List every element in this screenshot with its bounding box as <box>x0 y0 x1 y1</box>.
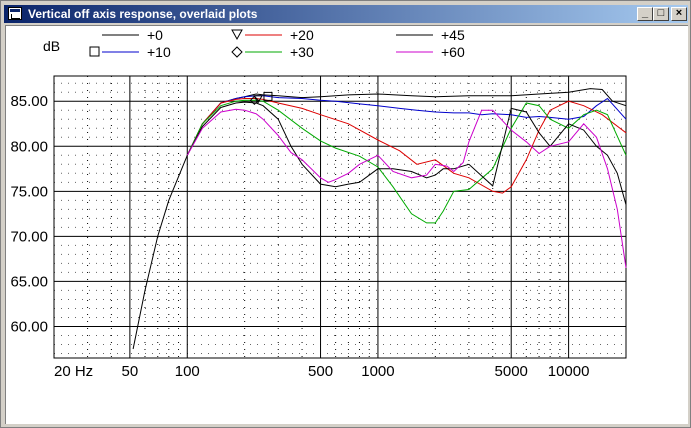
y-axis-label: dB <box>43 38 60 54</box>
y-tick-label: 85.00 <box>10 93 48 110</box>
minimize-button[interactable]: _ <box>637 7 653 21</box>
y-tick-label: 65.00 <box>10 273 48 290</box>
x-tick-label: 10000 <box>548 363 590 380</box>
y-tick-label: 70.00 <box>10 228 48 245</box>
y-tick-label: 80.00 <box>10 138 48 155</box>
series-line <box>132 88 627 350</box>
legend-label: +30 <box>290 44 314 60</box>
x-tick-label: 1000 <box>361 363 394 380</box>
title-bar[interactable]: Vertical off axis response, overlaid plo… <box>4 5 688 23</box>
maximize-button[interactable]: □ <box>653 7 669 21</box>
app-window: Vertical off axis response, overlaid plo… <box>0 0 691 428</box>
x-tick-label: 500 <box>308 363 333 380</box>
x-tick-label: 20 Hz <box>54 363 93 380</box>
legend-label: +60 <box>441 44 465 60</box>
legend-triangle-marker <box>231 29 243 41</box>
x-tick-label: 50 <box>122 363 139 380</box>
close-button[interactable]: × <box>671 7 687 21</box>
x-tick-label: 5000 <box>495 363 528 380</box>
legend-label: +20 <box>290 27 314 43</box>
app-window-icon[interactable] <box>8 7 22 20</box>
legend-diamond-marker <box>231 46 243 58</box>
legend-label: +10 <box>147 44 171 60</box>
y-tick-label: 60.00 <box>10 318 48 335</box>
window-title: Vertical off axis response, overlaid plo… <box>28 7 258 21</box>
legend-square-marker <box>89 46 100 57</box>
legend-label: +0 <box>147 27 163 43</box>
y-tick-label: 75.00 <box>10 183 48 200</box>
response-chart: 60.00 65.00 70.00 75.00 80.00 85.00 20 Hz 50 100… <box>10 27 627 380</box>
legend-label: +45 <box>441 27 465 43</box>
x-tick-label: 100 <box>175 363 200 380</box>
chart-area: 60.00 65.00 70.00 75.00 80.00 85.00 20 Hz 50 100… <box>5 25 688 424</box>
